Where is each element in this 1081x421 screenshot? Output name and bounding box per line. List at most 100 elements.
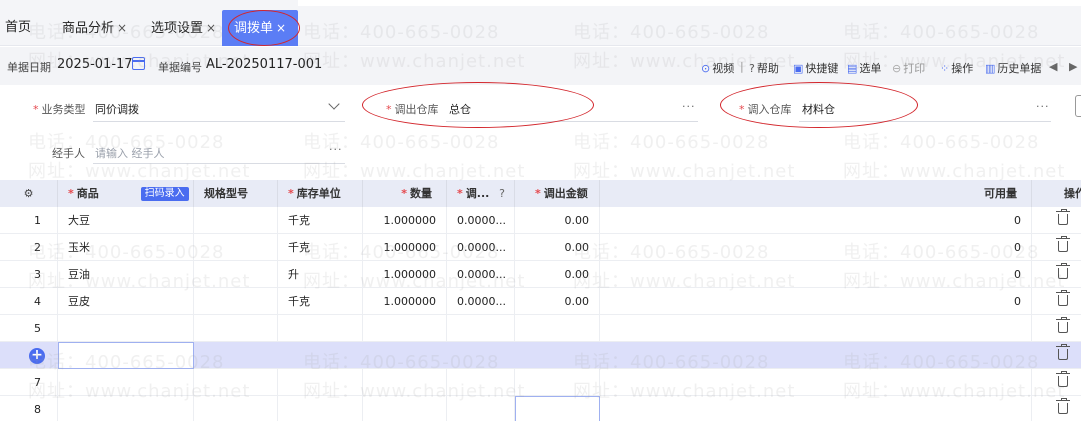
top-strip <box>298 0 1081 6</box>
tab-product-analysis[interactable]: 商品分析 × <box>62 10 127 46</box>
tab-home[interactable]: 首页 <box>5 10 31 46</box>
calendar-icon[interactable] <box>132 57 145 70</box>
amount-cell-selected[interactable] <box>515 396 600 421</box>
spec-cell[interactable] <box>194 288 278 315</box>
delete-icon[interactable] <box>1056 290 1070 306</box>
biz-type-value[interactable]: 同价调拨 <box>95 101 139 117</box>
table-row[interactable]: 4 豆皮 千克 1.000000 0.0000... 0.00 0 <box>0 288 1081 315</box>
help-button[interactable]: ? 帮助 <box>749 60 779 76</box>
qty-cell[interactable] <box>363 315 447 342</box>
date-value[interactable]: 2025-01-17 <box>57 57 133 72</box>
table-row[interactable]: 2 玉米 千克 1.000000 0.0000... 0.00 0 <box>0 234 1081 261</box>
chevron-down-icon[interactable] <box>328 98 340 110</box>
qty-cell[interactable]: 1.000000 <box>363 234 447 261</box>
handler-input[interactable]: 请输入 经手人 <box>95 145 165 161</box>
in-warehouse-more-icon[interactable]: ··· <box>1036 100 1050 113</box>
unit-cell[interactable]: 千克 <box>278 207 363 234</box>
product-cell[interactable]: 豆油 <box>58 261 194 288</box>
required-mark: * <box>739 103 745 116</box>
amount-cell[interactable] <box>515 315 600 342</box>
qty-cell[interactable] <box>363 396 447 421</box>
product-cell[interactable] <box>58 396 194 421</box>
close-icon[interactable]: × <box>206 21 216 35</box>
info-icon[interactable]: ? <box>499 187 505 200</box>
spec-cell[interactable] <box>194 315 278 342</box>
product-cell[interactable]: 玉米 <box>58 234 194 261</box>
price-cell[interactable] <box>447 369 515 396</box>
table-row[interactable]: 1 大豆 千克 1.000000 0.0000... 0.00 0 <box>0 207 1081 234</box>
in-warehouse-value[interactable]: 材料仓 <box>802 101 835 117</box>
amount-cell[interactable]: 0.00 <box>515 261 600 288</box>
price-cell[interactable]: 0.0000... <box>447 234 515 261</box>
product-cell[interactable]: 豆皮 <box>58 288 194 315</box>
table-row[interactable]: 7 <box>0 369 1081 396</box>
spec-cell[interactable] <box>194 234 278 261</box>
product-cell[interactable] <box>58 369 194 396</box>
number-label: 单据编号 <box>158 61 202 74</box>
tab-transfer-order[interactable]: 调拨单 × <box>222 10 298 46</box>
unit-cell[interactable] <box>278 396 363 421</box>
delete-icon[interactable] <box>1056 236 1070 252</box>
amount-cell[interactable] <box>515 369 600 396</box>
amount-cell[interactable]: 0.00 <box>515 207 600 234</box>
add-row-icon[interactable]: + <box>29 348 45 364</box>
unit-cell[interactable] <box>278 315 363 342</box>
scan-entry-button[interactable]: 扫码录入 <box>140 187 189 201</box>
prev-arrow-icon[interactable]: ◀ <box>1049 60 1057 73</box>
operate-button[interactable]: ⁘ 操作 <box>940 60 973 76</box>
unit-cell[interactable]: 升 <box>278 261 363 288</box>
gear-icon[interactable]: ⚙ <box>24 187 34 200</box>
table-row[interactable]: 3 豆油 升 1.000000 0.0000... 0.00 0 <box>0 261 1081 288</box>
close-icon[interactable]: × <box>117 21 127 35</box>
extra-field-edge[interactable] <box>1075 95 1081 117</box>
price-cell[interactable]: 0.0000... <box>447 288 515 315</box>
product-input-active[interactable] <box>58 342 194 369</box>
qty-cell[interactable] <box>363 369 447 396</box>
required-mark: * <box>288 187 294 200</box>
delete-icon[interactable] <box>1056 209 1070 225</box>
out-warehouse-label: * 调出仓库 <box>386 101 439 117</box>
spec-cell[interactable] <box>194 207 278 234</box>
product-cell[interactable]: 大豆 <box>58 207 194 234</box>
print-button[interactable]: ⊖ 打印 <box>892 60 925 76</box>
unit-cell[interactable]: 千克 <box>278 234 363 261</box>
price-cell[interactable]: 0.0000... <box>447 207 515 234</box>
out-warehouse-value[interactable]: 总仓 <box>449 101 471 117</box>
table-row-active[interactable]: + <box>0 342 1081 369</box>
tab-options-settings[interactable]: 选项设置 × <box>151 10 216 46</box>
qty-cell[interactable]: 1.000000 <box>363 261 447 288</box>
qty-cell[interactable]: 1.000000 <box>363 207 447 234</box>
video-button[interactable]: ⊙ 视频 <box>701 60 734 76</box>
table-row[interactable]: 5 <box>0 315 1081 342</box>
tab-transfer-order-label: 调拨单 <box>233 21 273 36</box>
handler-more-icon[interactable]: ··· <box>329 143 343 156</box>
price-cell[interactable]: 0.0000... <box>447 261 515 288</box>
delete-icon[interactable] <box>1056 371 1070 387</box>
history-button[interactable]: ▥ 历史单据 <box>985 60 1041 76</box>
unit-cell[interactable]: 千克 <box>278 288 363 315</box>
product-cell[interactable] <box>58 315 194 342</box>
delete-icon[interactable] <box>1056 317 1070 333</box>
out-warehouse-more-icon[interactable]: ··· <box>682 100 696 113</box>
spec-cell[interactable] <box>194 261 278 288</box>
help-icon: ? <box>749 62 755 75</box>
price-cell[interactable] <box>447 396 515 421</box>
shortcut-button[interactable]: ▣ 快捷键 <box>793 60 838 76</box>
select-order-button[interactable]: ▤ 选单 <box>847 60 881 76</box>
price-cell[interactable] <box>447 315 515 342</box>
qty-cell[interactable]: 1.000000 <box>363 288 447 315</box>
delete-icon[interactable] <box>1056 398 1070 414</box>
spec-cell[interactable] <box>194 369 278 396</box>
next-arrow-icon[interactable]: ▶ <box>1069 60 1077 73</box>
column-settings-header[interactable]: ⚙ <box>0 180 58 207</box>
unit-cell[interactable] <box>278 369 363 396</box>
delete-icon[interactable] <box>1056 344 1070 360</box>
spec-cell[interactable] <box>194 396 278 421</box>
available-cell: 0 <box>600 234 1032 261</box>
amount-cell[interactable]: 0.00 <box>515 288 600 315</box>
delete-icon[interactable] <box>1056 263 1070 279</box>
close-icon[interactable]: × <box>276 21 286 35</box>
available-cell <box>600 369 1032 396</box>
amount-cell[interactable]: 0.00 <box>515 234 600 261</box>
table-row[interactable]: 8 <box>0 396 1081 421</box>
